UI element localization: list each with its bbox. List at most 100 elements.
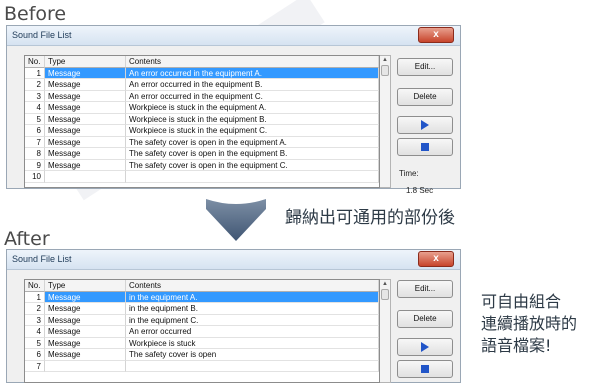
close-button[interactable]: x — [418, 27, 454, 43]
row-no: 1 — [25, 67, 45, 79]
row-contents: The safety cover is open in the equipmen… — [126, 159, 379, 171]
scroll-up-icon[interactable]: ▲ — [380, 56, 390, 65]
edit-button[interactable]: Edit... — [397, 280, 453, 298]
window-title: Sound File List — [12, 30, 72, 40]
row-no: 10 — [25, 171, 45, 183]
table-row[interactable]: 5 Message Workpiece is stuck in the equi… — [25, 113, 379, 125]
table-row[interactable]: 2 Message in the equipment B. — [25, 303, 379, 315]
table-row[interactable]: 4 Message Workpiece is stuck in the equi… — [25, 102, 379, 114]
row-type: Message — [45, 337, 126, 349]
column-header-no[interactable]: No. — [25, 56, 45, 68]
row-contents: The safety cover is open in the equipmen… — [126, 148, 379, 160]
table-row[interactable]: 1 Message in the equipment A. — [25, 291, 379, 303]
title-bar: Sound File List x — [7, 26, 460, 46]
row-type: Message — [45, 67, 126, 79]
table-row[interactable]: 9 Message The safety cover is open in th… — [25, 159, 379, 171]
column-header-no[interactable]: No. — [25, 280, 45, 292]
row-no: 3 — [25, 314, 45, 326]
stop-button[interactable] — [397, 360, 453, 378]
sound-file-table: No. Type Contents 1 Message in the equip… — [24, 279, 380, 383]
table-row[interactable]: 1 Message An error occurred in the equip… — [25, 67, 379, 79]
side-note-line-3: 語音檔案! — [481, 336, 552, 355]
row-type: Message — [45, 159, 126, 171]
window-title: Sound File List — [12, 254, 72, 264]
delete-button[interactable]: Delete — [397, 88, 453, 106]
row-no: 1 — [25, 291, 45, 303]
play-button[interactable] — [397, 116, 453, 134]
row-type: Message — [45, 349, 126, 361]
play-icon — [421, 120, 429, 130]
down-arrow-icon — [206, 199, 266, 241]
row-no: 5 — [25, 113, 45, 125]
column-header-contents[interactable]: Contents — [126, 56, 379, 68]
row-no: 2 — [25, 79, 45, 91]
row-type: Message — [45, 303, 126, 315]
row-type — [45, 171, 126, 183]
row-type: Message — [45, 79, 126, 91]
scroll-up-icon[interactable]: ▲ — [380, 280, 390, 289]
row-type — [45, 360, 126, 372]
row-contents: Workpiece is stuck in the equipment B. — [126, 113, 379, 125]
table-row[interactable]: 8 Message The safety cover is open in th… — [25, 148, 379, 160]
table-row[interactable]: 6 Message The safety cover is open — [25, 349, 379, 361]
title-bar: Sound File List x — [7, 250, 460, 270]
column-header-type[interactable]: Type — [45, 280, 126, 292]
row-no: 9 — [25, 159, 45, 171]
after-label: After — [4, 228, 50, 250]
vertical-scrollbar[interactable]: ▲ — [380, 279, 391, 383]
edit-button[interactable]: Edit... — [397, 58, 453, 76]
table-row[interactable]: 3 Message An error occurred in the equip… — [25, 90, 379, 102]
time-label: Time: — [399, 169, 419, 178]
play-icon — [421, 342, 429, 352]
row-contents: in the equipment C. — [126, 314, 379, 326]
table-row[interactable]: 4 Message An error occurred — [25, 326, 379, 338]
time-value: 1.8 Sec — [406, 186, 434, 195]
row-type: Message — [45, 125, 126, 137]
scroll-thumb[interactable] — [381, 65, 389, 76]
row-contents: Workpiece is stuck — [126, 337, 379, 349]
row-type: Message — [45, 148, 126, 160]
side-note-line-2: 連續播放時的 — [481, 314, 578, 333]
scroll-thumb[interactable] — [381, 289, 389, 300]
table-row[interactable]: 7 — [25, 360, 379, 372]
stop-icon — [421, 365, 429, 373]
close-button[interactable]: x — [418, 251, 454, 267]
table-row[interactable]: 5 Message Workpiece is stuck — [25, 337, 379, 349]
row-no: 8 — [25, 148, 45, 160]
stop-button[interactable] — [397, 138, 453, 156]
column-header-type[interactable]: Type — [45, 56, 126, 68]
table-row[interactable]: 10 — [25, 171, 379, 183]
row-no: 7 — [25, 360, 45, 372]
stop-icon — [421, 143, 429, 151]
row-contents: An error occurred — [126, 326, 379, 338]
column-header-contents[interactable]: Contents — [126, 280, 379, 292]
table-row[interactable]: 3 Message in the equipment C. — [25, 314, 379, 326]
row-contents: The safety cover is open — [126, 349, 379, 361]
sound-file-list-window-after: Sound File List x No. Type Contents 1 Me… — [6, 249, 461, 383]
delete-button[interactable]: Delete — [397, 310, 453, 328]
row-type: Message — [45, 291, 126, 303]
row-type: Message — [45, 314, 126, 326]
row-contents: An error occurred in the equipment A. — [126, 67, 379, 79]
row-contents: The safety cover is open in the equipmen… — [126, 136, 379, 148]
table-row[interactable]: 2 Message An error occurred in the equip… — [25, 79, 379, 91]
row-no: 6 — [25, 349, 45, 361]
row-no: 7 — [25, 136, 45, 148]
table-row[interactable]: 7 Message The safety cover is open in th… — [25, 136, 379, 148]
sound-file-list-window-before: Sound File List x No. Type Contents 1 Me… — [6, 25, 461, 195]
table-header: No. Type Contents — [25, 56, 379, 68]
before-label: Before — [4, 3, 67, 25]
play-button[interactable] — [397, 338, 453, 356]
sound-file-table: No. Type Contents 1 Message An error occ… — [24, 55, 380, 188]
row-type: Message — [45, 102, 126, 114]
row-contents: Workpiece is stuck in the equipment A. — [126, 102, 379, 114]
row-contents: An error occurred in the equipment B. — [126, 79, 379, 91]
vertical-scrollbar[interactable]: ▲ — [380, 55, 391, 188]
row-no: 3 — [25, 90, 45, 102]
arrow-caption: 歸納出可通用的部份後 — [285, 208, 455, 228]
table-row[interactable]: 6 Message Workpiece is stuck in the equi… — [25, 125, 379, 137]
row-type: Message — [45, 113, 126, 125]
side-note-line-1: 可自由組合 — [481, 292, 562, 311]
row-no: 4 — [25, 326, 45, 338]
row-contents: in the equipment A. — [126, 291, 379, 303]
